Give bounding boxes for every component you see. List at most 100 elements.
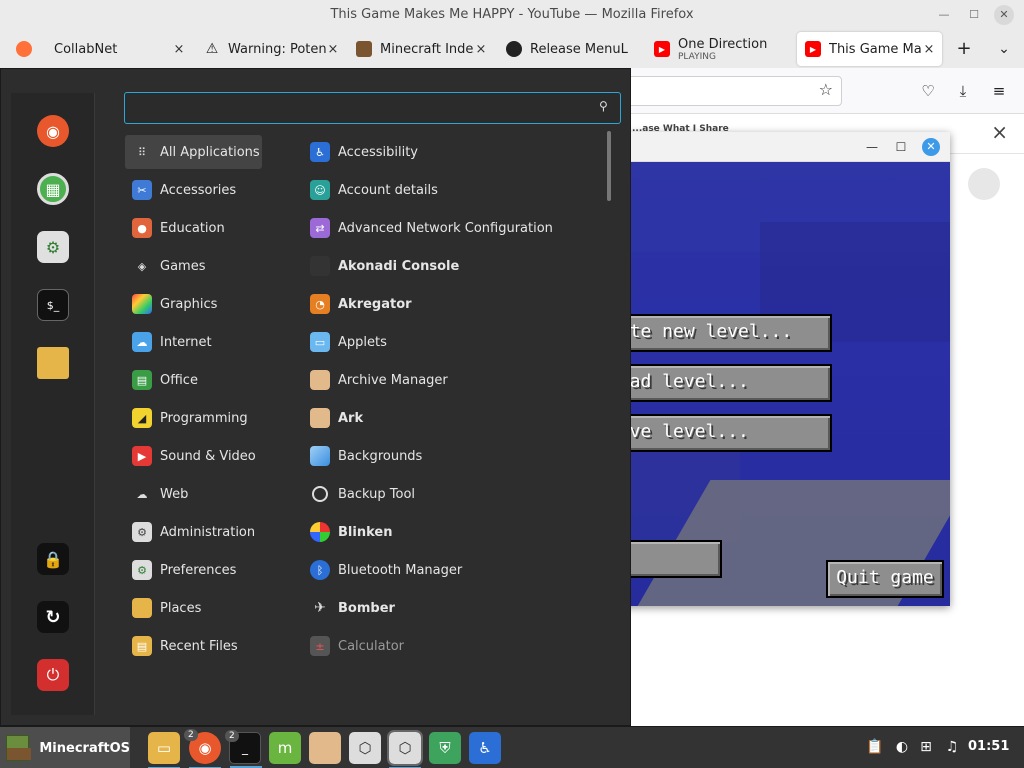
app-blinken[interactable]: Blinken <box>303 515 603 549</box>
window-titlebar: This Game Makes Me HAPPY - YouTube — Moz… <box>0 0 1024 30</box>
tab-release-menu[interactable]: Release MenuL <box>498 32 644 66</box>
category-places[interactable]: Places <box>125 591 262 625</box>
clock[interactable]: 01:51 <box>968 739 1009 754</box>
taskbar-terminal[interactable]: 2 _ <box>225 730 262 768</box>
app-bluetooth-manager[interactable]: ᛒ Bluetooth Manager <box>303 553 603 587</box>
taskbar-firefox[interactable]: 2 ◉ <box>184 729 221 768</box>
lock-icon[interactable]: 🔒 <box>37 543 69 575</box>
tab-label: Warning: Potenti <box>228 41 326 57</box>
archive-icon <box>310 408 330 428</box>
close-icon[interactable]: × <box>474 42 488 57</box>
minimize-icon[interactable]: — <box>862 137 882 157</box>
app-menu-icon[interactable]: ≡ <box>988 80 1010 102</box>
github-icon <box>506 41 522 57</box>
tab-label: One Direction <box>678 36 768 52</box>
quit-game-button[interactable]: Quit game <box>826 560 944 598</box>
list-all-tabs-button[interactable]: ⌄ <box>991 36 1017 62</box>
power-icon[interactable]: ⏻ <box>37 659 69 691</box>
downloads-icon[interactable]: ⤓ <box>952 80 974 102</box>
taskbar-mint[interactable]: m <box>269 732 301 764</box>
app-archive-manager[interactable]: Archive Manager <box>303 363 603 397</box>
pocket-icon[interactable]: ♡ <box>917 80 939 102</box>
minecraft-window: — ☐ ✕ rate new level... Load level... Sa… <box>600 132 950 606</box>
software-manager-icon[interactable]: ▦ <box>37 173 69 205</box>
minimize-icon[interactable]: — <box>934 5 954 25</box>
bookmark-star-icon[interactable]: ☆ <box>819 80 833 99</box>
app-bomber[interactable]: ✈ Bomber <box>303 591 603 625</box>
tab-firefox-view[interactable] <box>8 32 42 66</box>
firefox-icon[interactable]: ◉ <box>37 115 69 147</box>
new-tab-button[interactable]: + <box>951 36 977 62</box>
category-recent-files[interactable]: ▤ Recent Files <box>125 629 262 663</box>
close-icon[interactable]: × <box>172 42 186 57</box>
category-games[interactable]: ◈ Games <box>125 249 262 283</box>
category-all-applications[interactable]: ⠿ All Applications <box>125 135 262 169</box>
app-accessibility[interactable]: ♿ Accessibility <box>303 135 603 169</box>
close-icon[interactable]: × <box>991 120 1008 144</box>
account-icon: ☺ <box>310 180 330 200</box>
maximize-icon[interactable]: ☐ <box>891 137 911 157</box>
search-input[interactable] <box>133 97 593 119</box>
programming-icon: ◢ <box>132 408 152 428</box>
category-accessories[interactable]: ✂ Accessories <box>125 173 262 207</box>
close-icon[interactable]: ✕ <box>994 5 1014 25</box>
maximize-icon[interactable]: ☐ <box>964 5 984 25</box>
url-bar[interactable]: ☆ <box>600 76 842 106</box>
category-web[interactable]: ☁ Web <box>125 477 262 511</box>
app-account-details[interactable]: ☺ Account details <box>303 173 603 207</box>
shield-icon: ⛨ <box>439 739 451 757</box>
taskbar-accessibility[interactable]: ♿ <box>469 732 501 764</box>
tab-warning[interactable]: ⚠ Warning: Potenti × <box>196 32 346 66</box>
tab-one-direction[interactable]: ▶ One Direction PLAYING <box>646 32 794 66</box>
close-icon[interactable]: × <box>326 42 340 57</box>
tab-this-game[interactable]: ▶ This Game Mak × <box>797 32 942 66</box>
category-administration[interactable]: ⚙ Administration <box>125 515 262 549</box>
app-calculator[interactable]: ± Calculator <box>303 629 603 663</box>
category-internet[interactable]: ☁ Internet <box>125 325 262 359</box>
blinken-icon <box>310 522 330 542</box>
close-icon[interactable]: × <box>922 42 936 57</box>
chat-icon[interactable]: ◐ <box>893 738 911 756</box>
app-backgrounds[interactable]: Backgrounds <box>303 439 603 473</box>
close-icon[interactable]: ✕ <box>922 138 940 156</box>
category-education[interactable]: ● Education <box>125 211 262 245</box>
category-preferences[interactable]: ⚙ Preferences <box>125 553 262 587</box>
save-level-button[interactable]: Save level... <box>600 414 832 452</box>
start-menu-button[interactable]: MinecraftOS <box>0 727 130 768</box>
folder-icon[interactable] <box>37 347 69 379</box>
logout-icon[interactable]: ↻ <box>37 601 69 633</box>
education-icon: ● <box>132 218 152 238</box>
taskbar-minecraft-active[interactable]: ⬡ <box>387 730 423 768</box>
load-level-button[interactable]: Load level... <box>600 364 832 402</box>
category-sound-video[interactable]: ▶ Sound & Video <box>125 439 262 473</box>
app-backup-tool[interactable]: Backup Tool <box>303 477 603 511</box>
taskbar-shield[interactable]: ⛨ <box>429 732 461 764</box>
create-level-button[interactable]: rate new level... <box>600 314 832 352</box>
tab-collabnet[interactable]: CollabNet × <box>46 32 192 66</box>
accessibility-icon: ♿ <box>310 142 330 162</box>
avatar[interactable] <box>968 168 1000 200</box>
network-icon: ⇄ <box>310 218 330 238</box>
network-icon[interactable]: ⊞ <box>917 738 935 756</box>
category-programming[interactable]: ◢ Programming <box>125 401 262 435</box>
tab-minecraft-index[interactable]: Minecraft Index × <box>348 32 494 66</box>
terminal-icon[interactable]: $_ <box>37 289 69 321</box>
app-akonadi-console[interactable]: Akonadi Console <box>303 249 603 283</box>
settings-icon[interactable]: ⚙ <box>37 231 69 263</box>
clipboard-icon[interactable]: 📋 <box>866 738 884 756</box>
search-box[interactable]: ⚲ <box>124 92 621 124</box>
app-akregator[interactable]: ◔ Akregator <box>303 287 603 321</box>
app-ark[interactable]: Ark <box>303 401 603 435</box>
taskbar-files[interactable]: ▭ <box>148 732 180 768</box>
applets-icon: ▭ <box>310 332 330 352</box>
sound-icon[interactable]: ♫ <box>943 738 961 756</box>
taskbar-archive[interactable] <box>309 732 341 764</box>
category-office[interactable]: ▤ Office <box>125 363 262 397</box>
app-applets[interactable]: ▭ Applets <box>303 325 603 359</box>
category-graphics[interactable]: Graphics <box>125 287 262 321</box>
web-icon: ☁ <box>136 487 148 501</box>
app-advanced-network-configuration[interactable]: ⇄ Advanced Network Configuration <box>303 211 603 245</box>
taskbar-minecraft[interactable]: ⬡ <box>349 732 381 764</box>
scrollbar[interactable] <box>607 131 611 201</box>
archive-icon <box>310 370 330 390</box>
